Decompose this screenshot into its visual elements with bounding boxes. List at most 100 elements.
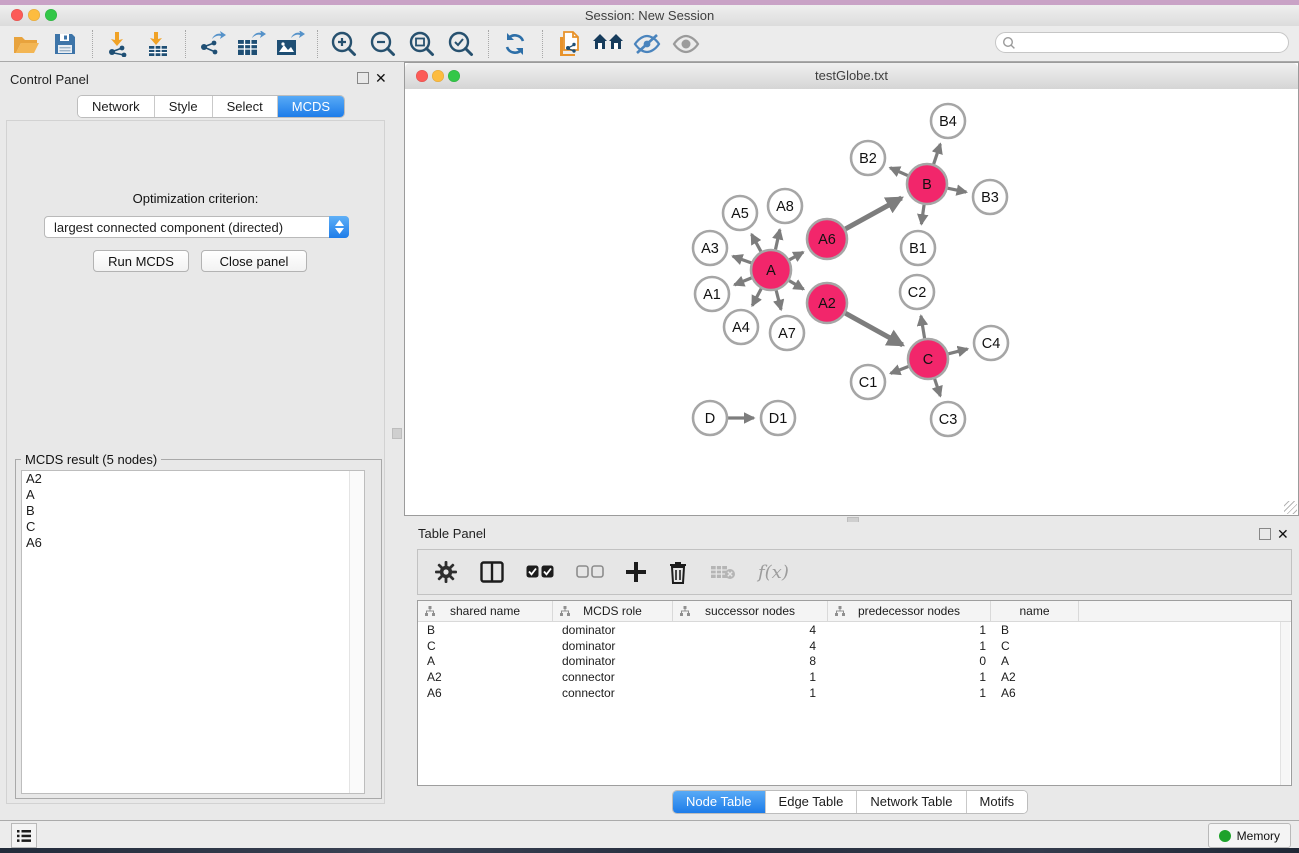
- import-table-icon[interactable]: [142, 28, 174, 60]
- tab-network-table[interactable]: Network Table: [857, 791, 966, 813]
- edge-A6-B[interactable]: [845, 198, 901, 229]
- export-network-icon[interactable]: [196, 28, 228, 60]
- result-item[interactable]: A6: [22, 535, 364, 551]
- network-graph[interactable]: AA1A2A3A4A5A6A7A8BB1B2B3B4CC1C2C3C4DD1: [405, 89, 1298, 515]
- tab-network[interactable]: Network: [78, 96, 155, 117]
- zoom-in-icon[interactable]: [328, 28, 360, 60]
- memory-button[interactable]: Memory: [1208, 823, 1291, 848]
- close-traffic-light[interactable]: [11, 9, 23, 21]
- edge-C-C3[interactable]: [935, 379, 941, 396]
- result-item[interactable]: A: [22, 487, 364, 503]
- deselect-all-icon[interactable]: [576, 565, 604, 579]
- node-B2[interactable]: B2: [851, 141, 885, 175]
- table-row[interactable]: A6connector11A6: [418, 685, 1291, 701]
- edge-B-B2[interactable]: [890, 168, 908, 176]
- splitter-handle[interactable]: [392, 428, 402, 439]
- column-header[interactable]: shared name: [418, 601, 553, 621]
- import-network-icon[interactable]: [103, 28, 135, 60]
- search-field[interactable]: [995, 32, 1289, 53]
- trash-icon[interactable]: [668, 561, 688, 584]
- hide-graphics-details-icon[interactable]: [631, 28, 663, 60]
- zoom-fit-icon[interactable]: [406, 28, 438, 60]
- column-header[interactable]: successor nodes: [673, 601, 828, 621]
- close-traffic-light[interactable]: [416, 70, 428, 82]
- minimize-traffic-light[interactable]: [28, 9, 40, 21]
- home-icon[interactable]: [592, 28, 624, 60]
- zoom-out-icon[interactable]: [367, 28, 399, 60]
- run-mcds-button[interactable]: Run MCDS: [93, 250, 189, 272]
- edge-A-A3[interactable]: [733, 256, 751, 263]
- edge-A-A2[interactable]: [789, 281, 803, 290]
- gear-icon[interactable]: [434, 560, 458, 584]
- table-row[interactable]: Bdominator41B: [418, 622, 1291, 638]
- save-session-icon[interactable]: [49, 28, 81, 60]
- node-B[interactable]: B: [907, 164, 947, 204]
- show-graphics-details-icon[interactable]: [670, 28, 702, 60]
- column-layout-icon[interactable]: [480, 561, 504, 583]
- mcds-result-list[interactable]: A2ABCA6: [21, 470, 365, 794]
- node-B3[interactable]: B3: [973, 180, 1007, 214]
- float-panel-icon[interactable]: [1259, 528, 1271, 540]
- node-C1[interactable]: C1: [851, 365, 885, 399]
- node-C4[interactable]: C4: [974, 326, 1008, 360]
- edge-B-B1[interactable]: [921, 205, 924, 224]
- refresh-view-icon[interactable]: [499, 28, 531, 60]
- edge-A2-C[interactable]: [845, 313, 902, 345]
- edge-A-A1[interactable]: [734, 278, 751, 285]
- clone-network-icon[interactable]: [553, 28, 585, 60]
- result-item[interactable]: A2: [22, 471, 364, 487]
- tab-node-table[interactable]: Node Table: [673, 791, 766, 813]
- resize-grip[interactable]: [1284, 501, 1297, 514]
- vertical-splitter[interactable]: [390, 62, 404, 820]
- table-scrollbar[interactable]: [1280, 622, 1290, 785]
- node-A1[interactable]: A1: [695, 277, 729, 311]
- zoom-traffic-light[interactable]: [448, 70, 460, 82]
- zoom-traffic-light[interactable]: [45, 9, 57, 21]
- tab-style[interactable]: Style: [155, 96, 213, 117]
- table-row[interactable]: A2connector11A2: [418, 669, 1291, 685]
- edge-A-A7[interactable]: [776, 290, 781, 309]
- select-all-icon[interactable]: [526, 565, 554, 579]
- column-header[interactable]: MCDS role: [553, 601, 673, 621]
- close-panel-icon[interactable]: ✕: [1277, 526, 1289, 543]
- edge-A-A4[interactable]: [752, 289, 761, 306]
- node-C[interactable]: C: [908, 339, 948, 379]
- node-A7[interactable]: A7: [770, 316, 804, 350]
- node-A3[interactable]: A3: [693, 231, 727, 265]
- node-A6[interactable]: A6: [807, 219, 847, 259]
- edge-C-C1[interactable]: [891, 367, 909, 374]
- edge-B-B4[interactable]: [934, 144, 941, 164]
- export-table-icon[interactable]: [235, 28, 267, 60]
- float-panel-icon[interactable]: [357, 72, 369, 84]
- task-history-button[interactable]: [11, 823, 37, 848]
- node-A5[interactable]: A5: [723, 196, 757, 230]
- open-session-icon[interactable]: [10, 28, 42, 60]
- edge-C-C4[interactable]: [948, 349, 967, 354]
- tab-select[interactable]: Select: [213, 96, 278, 117]
- tab-mcds[interactable]: MCDS: [278, 96, 344, 117]
- edge-A-A8[interactable]: [775, 230, 779, 250]
- node-A4[interactable]: A4: [724, 310, 758, 344]
- close-panel-icon[interactable]: ✕: [375, 70, 387, 87]
- search-input[interactable]: [1016, 34, 1288, 52]
- node-B4[interactable]: B4: [931, 104, 965, 138]
- node-A[interactable]: A: [751, 250, 791, 290]
- close-panel-button[interactable]: Close panel: [201, 250, 307, 272]
- edge-C-C2[interactable]: [921, 316, 925, 338]
- minimize-traffic-light[interactable]: [432, 70, 444, 82]
- result-item[interactable]: C: [22, 519, 364, 535]
- node-C3[interactable]: C3: [931, 402, 965, 436]
- list-scrollbar[interactable]: [349, 471, 364, 793]
- network-canvas[interactable]: AA1A2A3A4A5A6A7A8BB1B2B3B4CC1C2C3C4DD1: [405, 89, 1298, 515]
- export-image-icon[interactable]: [274, 28, 306, 60]
- node-A8[interactable]: A8: [768, 189, 802, 223]
- node-C2[interactable]: C2: [900, 275, 934, 309]
- optimization-criterion-select[interactable]: largest connected component (directed): [44, 216, 349, 238]
- plus-icon[interactable]: [626, 562, 646, 582]
- edge-B-B3[interactable]: [948, 188, 967, 192]
- column-header[interactable]: name: [991, 601, 1079, 621]
- zoom-selected-icon[interactable]: [445, 28, 477, 60]
- node-B1[interactable]: B1: [901, 231, 935, 265]
- result-item[interactable]: B: [22, 503, 364, 519]
- node-D[interactable]: D: [693, 401, 727, 435]
